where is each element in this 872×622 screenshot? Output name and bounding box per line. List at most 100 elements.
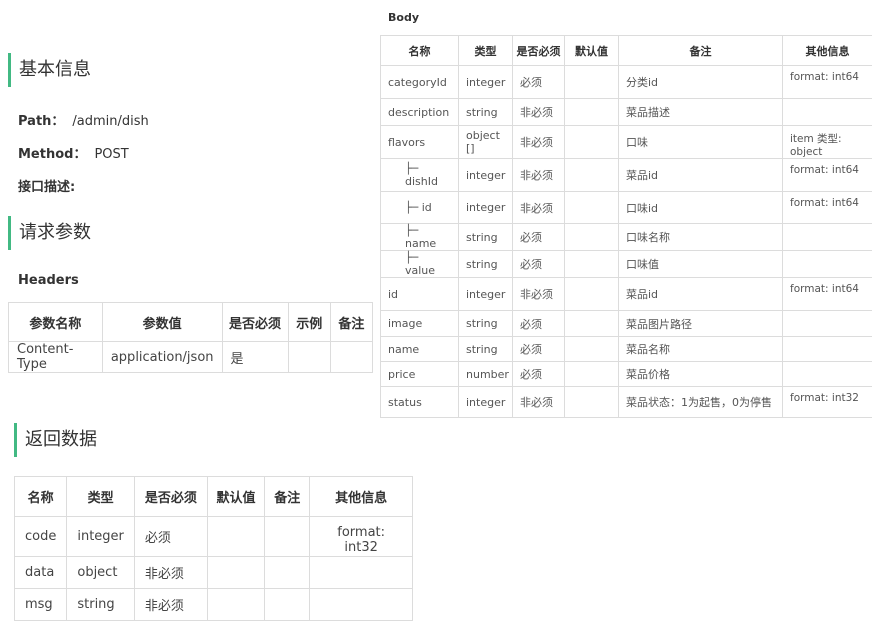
field-note: 菜品名称	[618, 336, 783, 362]
field-default	[206, 556, 266, 589]
field-note: 分类id	[618, 65, 783, 99]
table-row: description string 非必须 菜品描述	[380, 98, 872, 126]
section-title-request-params: 请求参数	[8, 216, 91, 250]
field-name: code	[13, 516, 68, 557]
field-other	[309, 556, 413, 589]
field-default	[564, 277, 619, 311]
headers-col-value: 参数值	[101, 302, 223, 342]
field-name: flavors	[380, 125, 459, 159]
field-type: object	[66, 556, 135, 589]
field-required: 必须	[512, 223, 565, 251]
field-type: integer	[458, 277, 513, 311]
field-default	[564, 361, 619, 387]
field-name: description	[380, 98, 459, 126]
field-note: 口味id	[618, 191, 783, 224]
path-value: /admin/dish	[72, 114, 149, 129]
field-required: 非必须	[512, 125, 565, 159]
field-default	[206, 516, 266, 557]
field-name: ├─ value	[380, 250, 459, 278]
field-other: format: int32	[309, 516, 413, 557]
body-col-required: 是否必须	[512, 35, 565, 66]
table-row: Content-Type application/json 是	[8, 341, 374, 373]
headers-col-name: 参数名称	[8, 302, 103, 342]
table-cell: Content-Type	[8, 341, 103, 373]
section-title-basic-info: 基本信息	[8, 53, 91, 87]
field-other: format: int64	[782, 158, 872, 192]
field-default	[564, 223, 619, 251]
table-row: flavors object [] 非必须 口味 item 类型: object	[380, 125, 872, 159]
response-col-note: 备注	[264, 476, 311, 517]
field-default	[564, 310, 619, 337]
response-col-required: 是否必须	[133, 476, 208, 517]
field-default	[564, 98, 619, 126]
field-name: data	[13, 556, 68, 589]
field-note	[264, 556, 311, 589]
body-col-name: 名称	[380, 35, 459, 66]
field-required: 必须	[512, 250, 565, 278]
field-other	[782, 336, 872, 362]
field-note	[264, 588, 311, 621]
table-row: ├─ name string 必须 口味名称	[380, 223, 872, 251]
response-col-name: 名称	[13, 476, 68, 517]
field-default	[564, 191, 619, 224]
field-type: object []	[458, 125, 513, 159]
table-row: msg string 非必须	[13, 588, 413, 621]
field-required: 非必须	[512, 158, 565, 192]
field-note: 口味名称	[618, 223, 783, 251]
field-name: msg	[13, 588, 68, 621]
field-type: integer	[458, 386, 513, 418]
body-col-note: 备注	[618, 35, 783, 66]
field-default	[206, 588, 266, 621]
field-other: format: int64	[782, 191, 872, 224]
field-required: 非必须	[133, 556, 208, 589]
field-name: name	[380, 336, 459, 362]
response-col-default: 默认值	[206, 476, 266, 517]
field-required: 非必须	[133, 588, 208, 621]
method-row: Method： POST	[18, 143, 129, 162]
field-type: string	[458, 98, 513, 126]
table-row: image string 必须 菜品图片路径	[380, 310, 872, 337]
table-row: status integer 非必须 菜品状态：1为起售，0为停售 format…	[380, 386, 872, 418]
body-table-header-row: 名称 类型 是否必须 默认值 备注 其他信息	[380, 35, 872, 66]
headers-heading: Headers	[18, 273, 79, 288]
field-other	[782, 223, 872, 251]
description-label: 接口描述:	[18, 180, 76, 195]
table-row: price number 必须 菜品价格	[380, 361, 872, 387]
field-type: string	[66, 588, 135, 621]
field-name: id	[380, 277, 459, 311]
headers-col-note: 备注	[329, 302, 374, 342]
field-name: categoryId	[380, 65, 459, 99]
field-type: integer	[458, 191, 513, 224]
field-other: format: int32	[782, 386, 872, 418]
field-required: 非必须	[512, 98, 565, 126]
field-required: 非必须	[512, 386, 565, 418]
headers-table-header-row: 参数名称 参数值 是否必须 示例 备注	[8, 302, 374, 342]
table-row: code integer 必须 format: int32	[13, 516, 413, 557]
section-title-response-data: 返回数据	[14, 423, 97, 457]
field-other	[782, 361, 872, 387]
field-required: 必须	[512, 336, 565, 362]
field-default	[564, 336, 619, 362]
headers-col-example: 示例	[287, 302, 331, 342]
field-note: 口味值	[618, 250, 783, 278]
field-default	[564, 158, 619, 192]
method-label: Method：	[18, 147, 87, 162]
table-row: ├─ value string 必须 口味值	[380, 250, 872, 278]
field-default	[564, 386, 619, 418]
field-name: image	[380, 310, 459, 337]
field-required: 非必须	[512, 277, 565, 311]
description-row: 接口描述:	[18, 176, 83, 195]
table-cell	[287, 341, 331, 373]
field-note: 菜品图片路径	[618, 310, 783, 337]
field-note: 菜品描述	[618, 98, 783, 126]
table-cell	[329, 341, 374, 373]
field-other: format: int64	[782, 277, 872, 311]
headers-col-required: 是否必须	[221, 302, 289, 342]
field-type: number	[458, 361, 513, 387]
headers-table: 参数名称 参数值 是否必须 示例 备注 Content-Type applica…	[8, 302, 374, 373]
field-name: status	[380, 386, 459, 418]
method-value: POST	[94, 147, 129, 162]
table-row: ├─ dishId integer 非必须 菜品id format: int64	[380, 158, 872, 192]
field-type: string	[458, 310, 513, 337]
field-name: ├─ name	[380, 223, 459, 251]
